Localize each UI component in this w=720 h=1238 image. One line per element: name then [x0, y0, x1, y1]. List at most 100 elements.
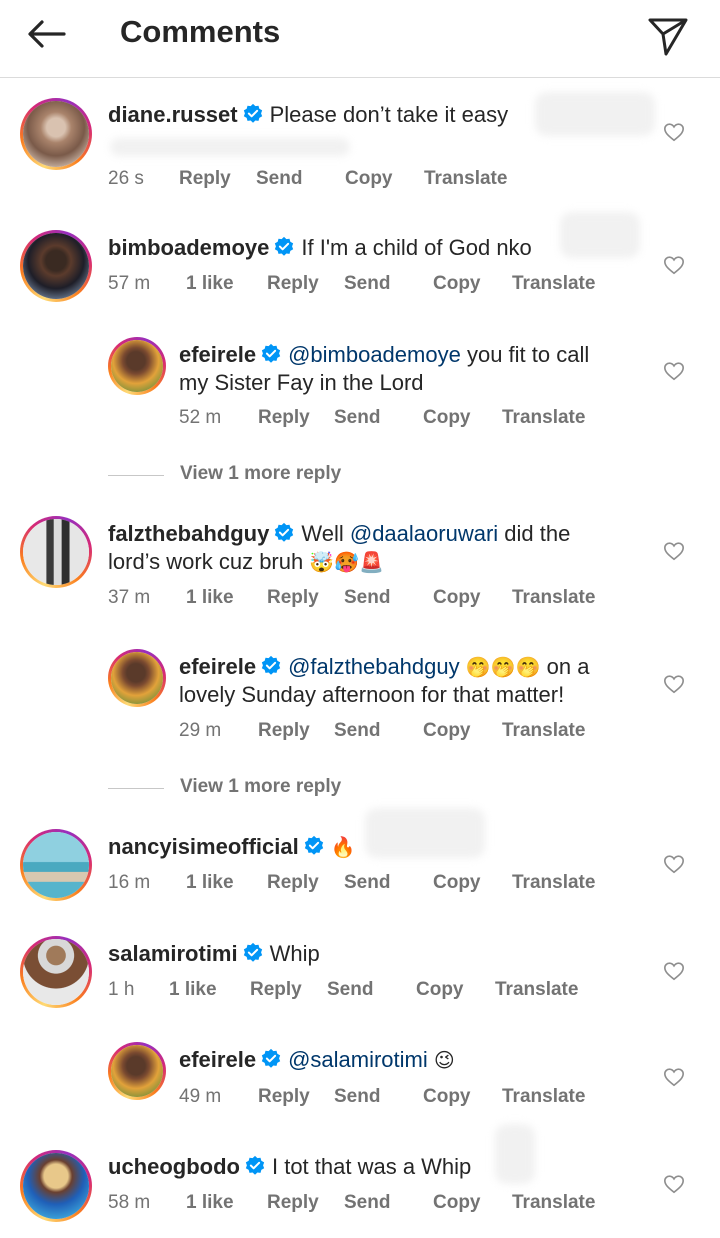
send-button[interactable]: Send — [327, 979, 373, 1001]
likes-count[interactable]: 1 like — [186, 273, 234, 295]
divider — [108, 475, 164, 476]
reply-button[interactable]: Reply — [179, 168, 231, 190]
mention-link[interactable]: @falzthebahdguy — [288, 654, 460, 679]
send-button[interactable]: Send — [334, 407, 380, 429]
comment-actions: 37 m 1 like Reply Send Copy Translate — [108, 587, 648, 611]
copy-button[interactable]: Copy — [416, 979, 464, 1001]
mention-link[interactable]: @bimboademoye — [288, 342, 461, 367]
avatar[interactable] — [20, 829, 92, 901]
likes-count[interactable]: 1 like — [186, 872, 234, 894]
send-button[interactable]: Send — [344, 1192, 390, 1214]
comment-body: lord’s work cuz bruh — [108, 549, 304, 574]
copy-button[interactable]: Copy — [433, 1192, 481, 1214]
mention-link[interactable]: @daalaoruwari — [350, 521, 498, 546]
reply-time: 29 m — [179, 720, 222, 741]
reply-button[interactable]: Reply — [250, 979, 302, 1001]
comment-username[interactable]: ucheogbodo — [108, 1154, 240, 1179]
avatar[interactable] — [108, 649, 166, 707]
reply-button[interactable]: Reply — [267, 1192, 319, 1214]
like-heart-icon[interactable] — [663, 1173, 685, 1195]
comment-body: Well — [301, 521, 344, 546]
comment-time: 1 h — [108, 979, 135, 1000]
comment-actions: 26 s Reply Send Copy Translate — [108, 168, 648, 192]
reply-username[interactable]: efeirele — [179, 654, 256, 679]
avatar[interactable] — [20, 516, 92, 588]
comment-username[interactable]: diane.russet — [108, 102, 238, 127]
likes-count[interactable]: 1 like — [186, 587, 234, 609]
verified-badge-icon — [275, 236, 294, 256]
avatar[interactable] — [108, 337, 166, 395]
view-more-replies-button[interactable]: View 1 more reply — [108, 776, 408, 802]
copy-button[interactable]: Copy — [423, 720, 471, 742]
reply-button[interactable]: Reply — [258, 407, 310, 429]
reply-button[interactable]: Reply — [267, 587, 319, 609]
like-heart-icon[interactable] — [663, 1066, 685, 1088]
mention-link[interactable]: @salamirotimi — [288, 1047, 428, 1072]
translate-button[interactable]: Translate — [512, 872, 595, 894]
avatar[interactable] — [20, 230, 92, 302]
view-more-replies-button[interactable]: View 1 more reply — [108, 463, 408, 489]
translate-button[interactable]: Translate — [502, 1086, 585, 1108]
wink-emoji: 😉 — [433, 1048, 455, 1072]
fire-emoji: 🔥 — [330, 835, 356, 859]
send-button[interactable]: Send — [344, 587, 390, 609]
likes-count[interactable]: 1 like — [169, 979, 217, 1001]
comment-body: I tot that was a Whip — [271, 1154, 472, 1179]
reply-username[interactable]: efeirele — [179, 1047, 256, 1072]
copy-button[interactable]: Copy — [423, 407, 471, 429]
translate-button[interactable]: Translate — [424, 168, 507, 190]
translate-button[interactable]: Translate — [512, 587, 595, 609]
like-heart-icon[interactable] — [663, 540, 685, 562]
like-heart-icon[interactable] — [663, 673, 685, 695]
reply-time: 52 m — [179, 407, 222, 428]
view-more-replies-label: View 1 more reply — [180, 776, 342, 797]
comment-body: did the — [504, 521, 571, 546]
verified-badge-icon — [245, 1155, 265, 1175]
avatar[interactable] — [20, 936, 92, 1008]
reply-button[interactable]: Reply — [258, 1086, 310, 1108]
like-heart-icon[interactable] — [663, 121, 685, 143]
translate-button[interactable]: Translate — [512, 1192, 595, 1214]
like-heart-icon[interactable] — [663, 853, 685, 875]
send-button[interactable]: Send — [334, 720, 380, 742]
like-heart-icon[interactable] — [663, 360, 685, 382]
comment-username[interactable]: bimboademoye — [108, 235, 269, 260]
reply-button[interactable]: Reply — [258, 720, 310, 742]
comment-username[interactable]: falzthebahdguy — [108, 521, 269, 546]
translate-button[interactable]: Translate — [502, 720, 585, 742]
translate-button[interactable]: Translate — [495, 979, 578, 1001]
reply-text: efeirele @salamirotimi 😉 — [179, 1046, 649, 1074]
reply-actions: 52 m Reply Send Copy Translate — [179, 407, 649, 431]
send-button[interactable]: Send — [334, 1086, 380, 1108]
send-button[interactable]: Send — [256, 168, 302, 190]
share-button[interactable] — [644, 10, 692, 58]
translate-button[interactable]: Translate — [512, 273, 595, 295]
reply-body: my Sister Fay in the Lord — [179, 370, 424, 395]
avatar[interactable] — [108, 1042, 166, 1100]
reply-button[interactable]: Reply — [267, 872, 319, 894]
back-button[interactable] — [22, 12, 70, 56]
comment-username[interactable]: salamirotimi — [108, 941, 238, 966]
translate-button[interactable]: Translate — [502, 407, 585, 429]
reply-button[interactable]: Reply — [267, 273, 319, 295]
comment-time: 16 m — [108, 872, 151, 893]
copy-button[interactable]: Copy — [345, 168, 393, 190]
send-button[interactable]: Send — [344, 872, 390, 894]
avatar[interactable] — [20, 1150, 92, 1222]
verified-badge-icon — [275, 522, 294, 542]
send-button[interactable]: Send — [344, 273, 390, 295]
avatar[interactable] — [20, 98, 92, 170]
comment-username[interactable]: nancyisimeofficial — [108, 834, 299, 859]
copy-button[interactable]: Copy — [433, 872, 481, 894]
copy-button[interactable]: Copy — [423, 1086, 471, 1108]
comment-text: diane.russet Please don’t take it easy — [108, 101, 648, 129]
comments-header: Comments — [0, 0, 720, 78]
comment-body: Whip — [269, 941, 320, 966]
reply-username[interactable]: efeirele — [179, 342, 256, 367]
likes-count[interactable]: 1 like — [186, 1192, 234, 1214]
like-heart-icon[interactable] — [663, 254, 685, 276]
verified-badge-icon — [304, 835, 323, 855]
like-heart-icon[interactable] — [663, 960, 685, 982]
copy-button[interactable]: Copy — [433, 273, 481, 295]
copy-button[interactable]: Copy — [433, 587, 481, 609]
